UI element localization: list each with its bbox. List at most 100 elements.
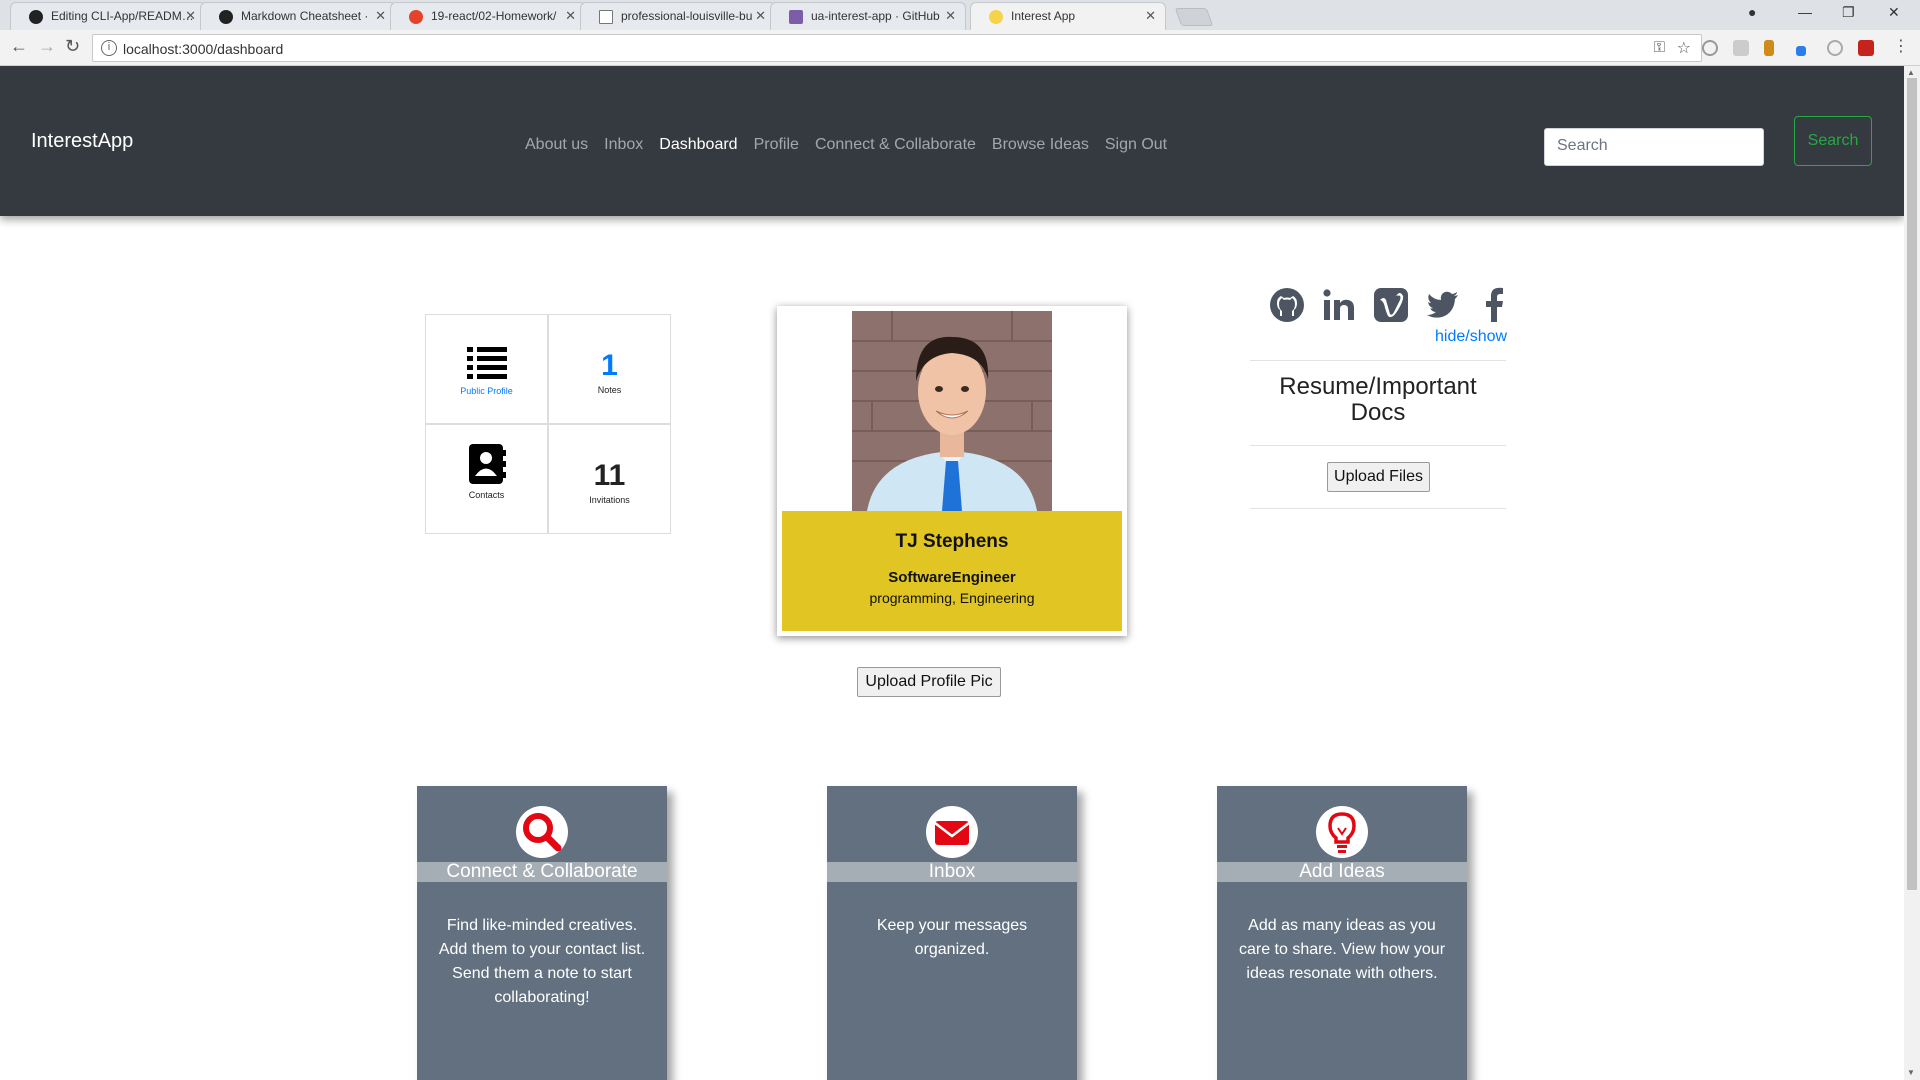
tab-title: Interest App bbox=[1011, 9, 1076, 23]
upload-profile-pic-button[interactable]: Upload Profile Pic bbox=[857, 667, 1001, 697]
nav-link-dashboard[interactable]: Dashboard bbox=[659, 136, 737, 154]
list-icon bbox=[466, 347, 507, 379]
browser-toolbar: ← → ↻ i localhost:3000/dashboard ⚿ ☆ ⋮ bbox=[0, 30, 1920, 66]
tab-title: Markdown Cheatsheet · bbox=[241, 9, 369, 23]
lightbulb-icon bbox=[1316, 806, 1368, 858]
stats-grid: Public Profile 1 Notes Contacts 11 Invit… bbox=[425, 314, 671, 534]
public-profile-tile[interactable]: Public Profile bbox=[425, 314, 548, 424]
close-icon[interactable]: ✕ bbox=[1145, 8, 1156, 24]
invitations-count: 11 bbox=[593, 459, 626, 492]
tab-title: professional-louisville-bu bbox=[621, 9, 753, 23]
contacts-tile[interactable]: Contacts bbox=[425, 424, 548, 534]
social-links bbox=[1268, 286, 1514, 324]
profile-info-band: TJ Stephens SoftwareEngineer programming… bbox=[782, 511, 1122, 631]
hide-show-link[interactable]: hide/show bbox=[1435, 328, 1507, 346]
invitations-tile[interactable]: 11 Invitations bbox=[548, 424, 671, 534]
search-input[interactable]: Search bbox=[1544, 128, 1764, 166]
scroll-up-icon[interactable]: ▲ bbox=[1907, 68, 1915, 77]
brand-logo[interactable]: InterestApp bbox=[31, 130, 133, 153]
feature-card-ideas[interactable]: Add Ideas Add as many ideas as you care … bbox=[1217, 786, 1467, 1080]
forward-icon[interactable]: → bbox=[38, 36, 56, 57]
scrollbar-thumb[interactable] bbox=[1907, 78, 1917, 890]
nav-link-inbox[interactable]: Inbox bbox=[604, 136, 643, 154]
feature-title: Add Ideas bbox=[1217, 862, 1467, 882]
bookmark-star-icon[interactable]: ☆ bbox=[1677, 38, 1691, 58]
close-icon[interactable]: ✕ bbox=[565, 8, 576, 24]
divider bbox=[1250, 445, 1506, 446]
page-scrollbar[interactable]: ▲ ▼ bbox=[1904, 66, 1920, 1080]
heroku-icon bbox=[789, 10, 803, 24]
invitations-label: Invitations bbox=[589, 495, 630, 505]
browser-tab[interactable]: Editing CLI-App/READM… ✕ bbox=[10, 2, 206, 30]
profile-icon[interactable]: ● bbox=[1748, 4, 1756, 20]
profile-photo bbox=[852, 311, 1052, 511]
browser-tabstrip: Editing CLI-App/READM… ✕ Markdown Cheats… bbox=[0, 0, 1920, 30]
notes-label: Notes bbox=[597, 385, 622, 395]
feature-title: Connect & Collaborate bbox=[417, 862, 667, 882]
profile-tags: programming, Engineering bbox=[869, 590, 1035, 606]
search-button[interactable]: Search bbox=[1794, 116, 1872, 166]
upload-files-button[interactable]: Upload Files bbox=[1327, 462, 1430, 492]
nav-link-about[interactable]: About us bbox=[525, 136, 588, 154]
url-text[interactable]: localhost:3000/dashboard bbox=[123, 41, 283, 57]
facebook-icon[interactable] bbox=[1476, 286, 1514, 324]
github-icon bbox=[219, 10, 233, 24]
nav-link-profile[interactable]: Profile bbox=[754, 136, 799, 154]
address-bar[interactable]: i localhost:3000/dashboard ⚿ ☆ bbox=[92, 34, 1702, 62]
profile-card: TJ Stephens SoftwareEngineer programming… bbox=[777, 306, 1127, 636]
public-profile-link[interactable]: Public Profile bbox=[426, 386, 547, 396]
restore-icon[interactable]: ❐ bbox=[1842, 4, 1855, 21]
minimize-icon[interactable]: — bbox=[1798, 4, 1812, 20]
close-window-icon[interactable]: ✕ bbox=[1888, 4, 1900, 21]
close-icon[interactable]: ✕ bbox=[755, 8, 766, 24]
divider bbox=[1250, 360, 1506, 361]
browser-tab[interactable]: professional-louisville-bu ✕ bbox=[580, 2, 776, 30]
browser-tab[interactable]: Markdown Cheatsheet · ✕ bbox=[200, 2, 396, 30]
scroll-down-icon[interactable]: ▼ bbox=[1907, 1068, 1915, 1077]
extension-icon[interactable] bbox=[1858, 40, 1874, 56]
close-icon[interactable]: ✕ bbox=[185, 8, 196, 24]
twitter-icon[interactable] bbox=[1424, 286, 1462, 324]
nav-link-connect[interactable]: Connect & Collaborate bbox=[815, 136, 976, 154]
extension-icon[interactable] bbox=[1827, 40, 1843, 56]
gitlab-icon bbox=[409, 10, 423, 24]
browser-tab-active[interactable]: Interest App ✕ bbox=[970, 2, 1166, 30]
notes-count: 1 bbox=[601, 349, 618, 382]
menu-icon[interactable]: ⋮ bbox=[1893, 36, 1909, 56]
feature-description: Keep your messages organized. bbox=[876, 917, 1028, 958]
new-tab-button[interactable] bbox=[1174, 8, 1214, 26]
notes-tile[interactable]: 1 Notes bbox=[548, 314, 671, 424]
profile-name: TJ Stephens bbox=[895, 531, 1009, 552]
contacts-label: Contacts bbox=[468, 490, 505, 500]
github-icon bbox=[29, 10, 43, 24]
reload-icon[interactable]: ↻ bbox=[65, 36, 80, 57]
close-icon[interactable]: ✕ bbox=[945, 8, 956, 24]
profile-title: SoftwareEngineer bbox=[888, 569, 1016, 586]
browser-tab[interactable]: ua-interest-app · GitHub ✕ bbox=[770, 2, 966, 30]
extension-icon[interactable] bbox=[1733, 40, 1749, 56]
browser-tab[interactable]: 19-react/02-Homework/ ✕ bbox=[390, 2, 586, 30]
nav-link-browse[interactable]: Browse Ideas bbox=[992, 136, 1089, 154]
lightbulb-icon bbox=[989, 10, 1003, 24]
extension-icon[interactable] bbox=[1764, 40, 1774, 56]
extension-icon[interactable] bbox=[1796, 46, 1806, 56]
tab-title: 19-react/02-Homework/ bbox=[431, 9, 557, 23]
extension-icon[interactable] bbox=[1702, 40, 1718, 56]
info-icon[interactable]: i bbox=[101, 40, 117, 56]
page-viewport: InterestApp About us Inbox Dashboard Pro… bbox=[0, 66, 1904, 1080]
feature-description: Find like-minded creatives. Add them to … bbox=[438, 917, 646, 1006]
feature-card-connect[interactable]: Connect & Collaborate Find like-minded c… bbox=[417, 786, 667, 1080]
address-book-icon bbox=[468, 444, 506, 484]
tab-title: Editing CLI-App/READM… bbox=[51, 9, 194, 23]
linkedin-icon[interactable] bbox=[1320, 286, 1358, 324]
profile-photo-image bbox=[852, 311, 1052, 511]
vimeo-icon[interactable] bbox=[1372, 286, 1410, 324]
key-icon[interactable]: ⚿ bbox=[1654, 39, 1665, 56]
docs-title: Resume/Important Docs bbox=[1279, 373, 1477, 426]
back-icon[interactable]: ← bbox=[10, 36, 28, 57]
feature-description: Add as many ideas as you care to share. … bbox=[1238, 917, 1446, 982]
github-icon[interactable] bbox=[1268, 286, 1306, 324]
nav-link-signout[interactable]: Sign Out bbox=[1105, 136, 1167, 154]
close-icon[interactable]: ✕ bbox=[375, 8, 386, 24]
feature-card-inbox[interactable]: Inbox Keep your messages organized. bbox=[827, 786, 1077, 1080]
